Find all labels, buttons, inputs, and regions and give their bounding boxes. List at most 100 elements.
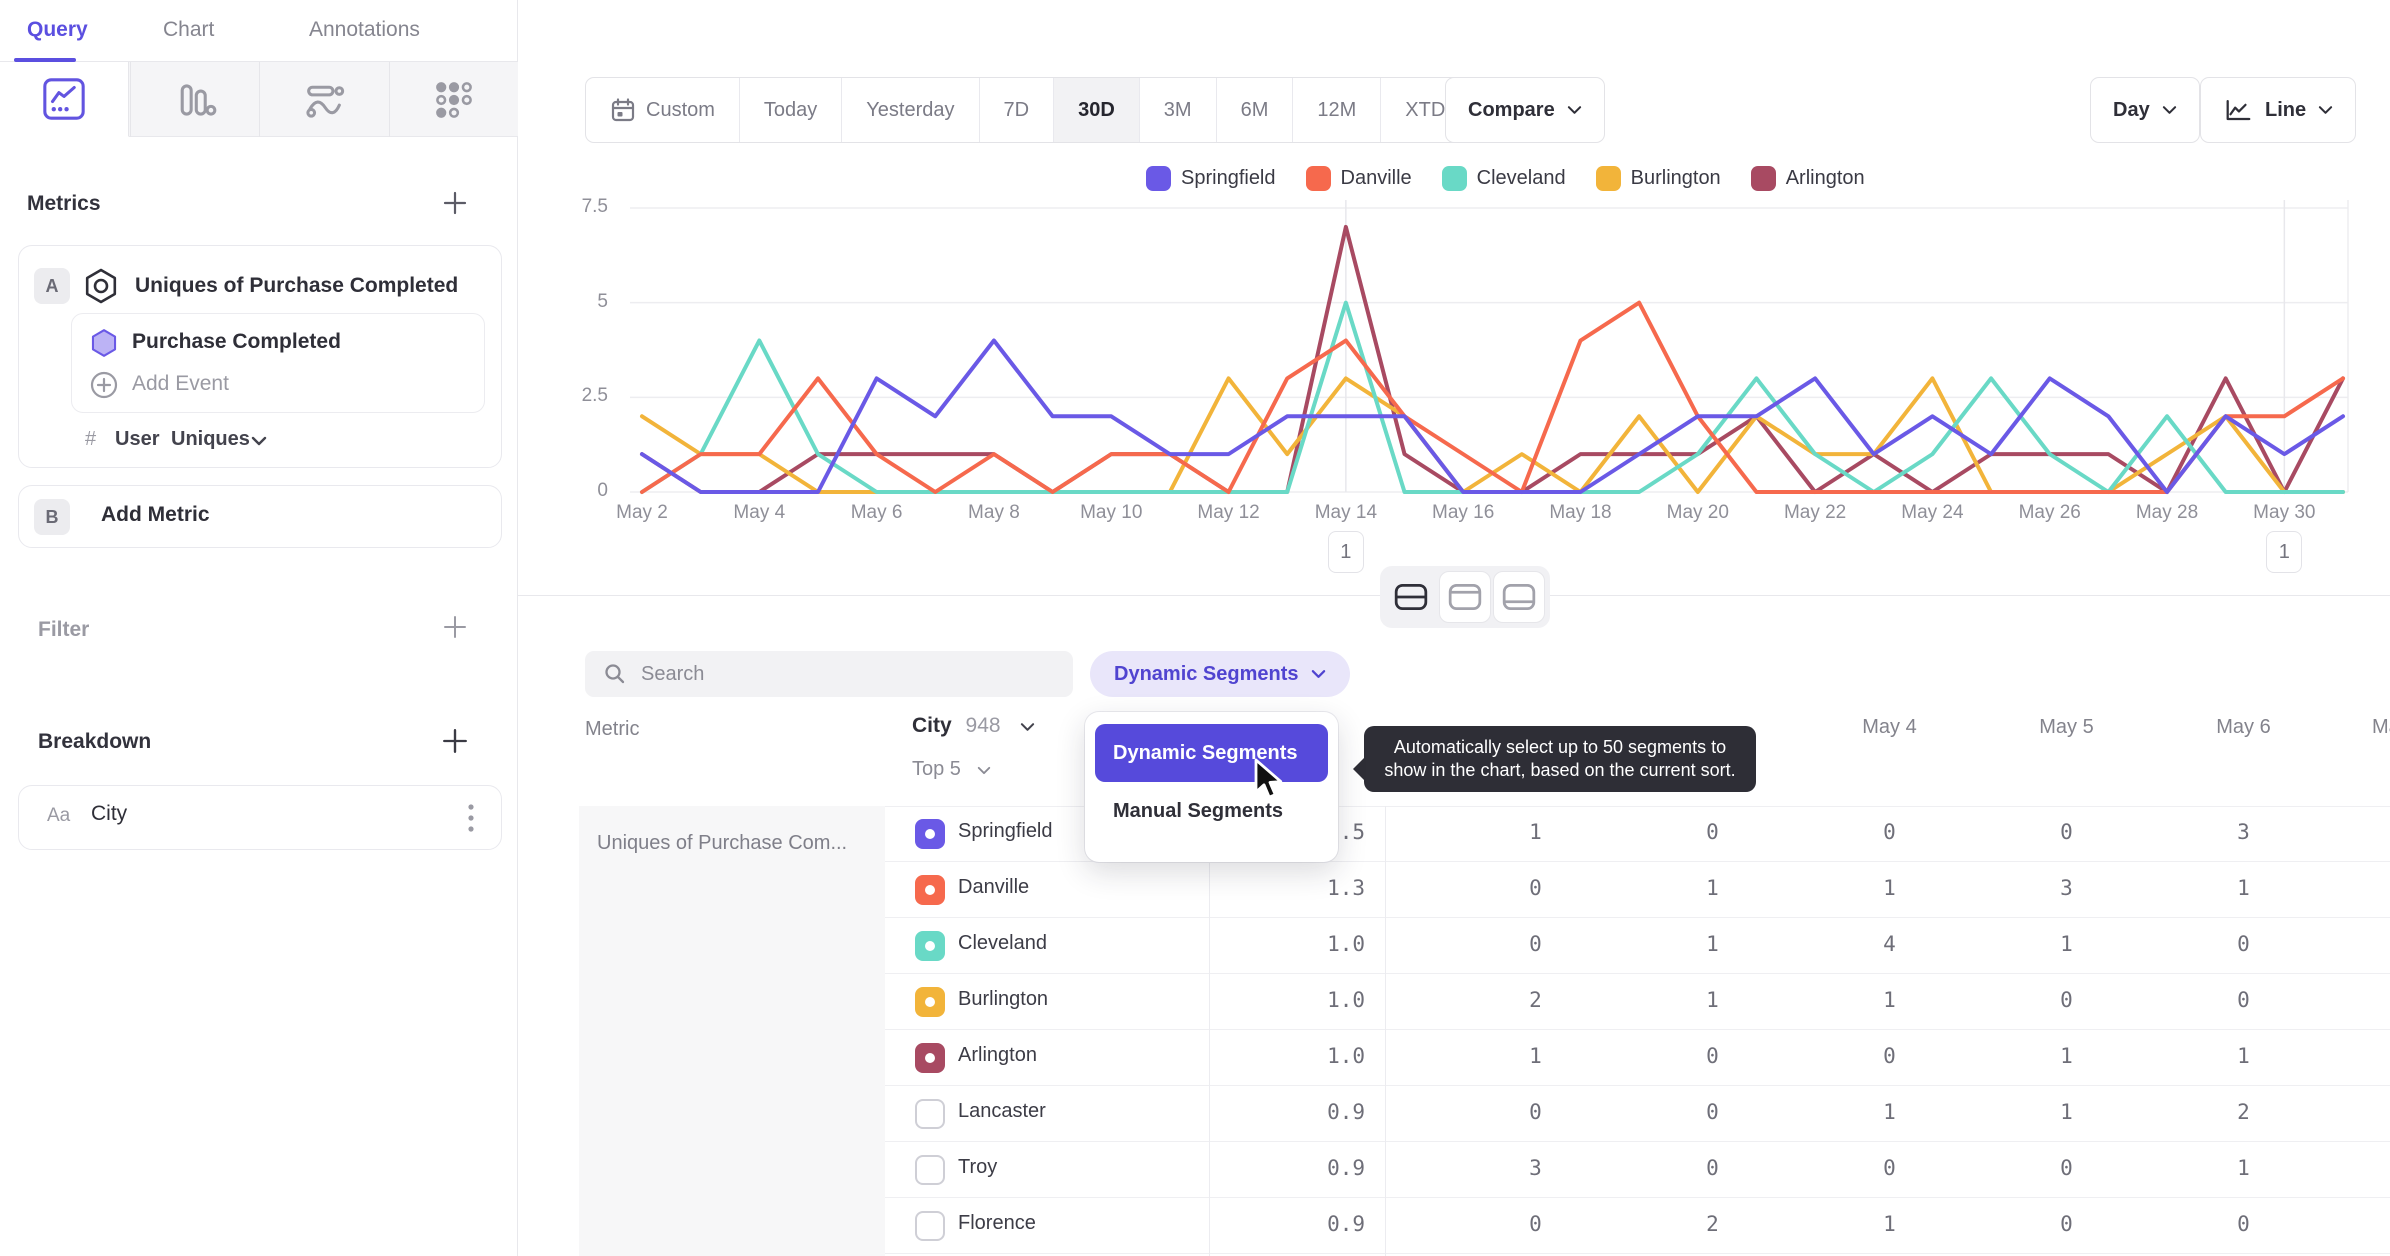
value-cell: 3 xyxy=(2060,876,2073,900)
search-input[interactable]: Search xyxy=(585,651,1073,697)
chart-style-label: Line xyxy=(2265,98,2307,121)
y-axis-tick: 0 xyxy=(597,480,608,501)
top-filter[interactable]: Top 5 xyxy=(912,758,991,781)
annotation-badge[interactable]: 1 xyxy=(2266,531,2303,573)
date-range-control: Custom Today Yesterday 7D 30D 3M 6M 12M XTD xyxy=(585,77,1495,143)
segment-checkbox[interactable] xyxy=(915,931,945,961)
grid-dots-icon xyxy=(431,77,477,123)
breakdown-city-card[interactable]: Aa City xyxy=(18,785,502,850)
chart-type-bar-chart[interactable] xyxy=(129,62,259,137)
x-axis-tick: May 30 xyxy=(2253,502,2316,523)
range-7d[interactable]: 7D xyxy=(978,78,1054,142)
x-axis-tick: May 14 xyxy=(1314,502,1378,523)
kebab-menu-icon[interactable] xyxy=(467,802,475,834)
day-header: May 6 xyxy=(2216,716,2271,738)
event-card: Purchase Completed Add Event xyxy=(71,313,485,413)
menu-item-dynamic-segments[interactable]: Dynamic Segments xyxy=(1095,724,1328,782)
range-3m[interactable]: 3M xyxy=(1138,78,1216,142)
day-header: Ma xyxy=(2372,716,2390,738)
column-separator xyxy=(1385,806,1386,1256)
add-event-label[interactable]: Add Event xyxy=(132,372,229,396)
circle-plus-icon[interactable] xyxy=(89,370,119,400)
segment-checkbox[interactable] xyxy=(915,819,945,849)
tooltip-text: Automatically select up to 50 segments t… xyxy=(1384,737,1736,780)
value-cell: 0 xyxy=(2060,1156,2073,1180)
chevron-down-icon xyxy=(1021,723,1035,731)
table-row-florence: Florence 0.9 0 2 1 0 0 xyxy=(885,1198,2390,1254)
chart-type-grid-dots[interactable] xyxy=(388,62,518,137)
value-cell: 1 xyxy=(2060,1100,2073,1124)
range-6m[interactable]: 6M xyxy=(1215,78,1293,142)
chart-style-button[interactable]: Line xyxy=(2200,77,2357,143)
menu-item-manual-segments[interactable]: Manual Segments xyxy=(1113,800,1283,823)
value-cell: 3 xyxy=(2237,820,2250,844)
segment-name: Troy xyxy=(958,1156,998,1178)
add-breakdown-plus-icon[interactable] xyxy=(440,726,470,756)
add-filter-plus-icon[interactable] xyxy=(440,612,470,642)
measure-entity[interactable]: User xyxy=(115,428,159,451)
segment-name: Springfield xyxy=(958,820,1053,842)
segment-mode-menu: Dynamic Segments Manual Segments xyxy=(1085,712,1338,862)
annotation-badge[interactable]: 1 xyxy=(1327,531,1364,573)
value-cell: 0 xyxy=(1883,1156,1896,1180)
range-label: Yesterday xyxy=(866,98,955,121)
x-axis-tick: May 8 xyxy=(968,502,1020,523)
avg-value: 1.0 xyxy=(1327,932,1365,956)
value-cell: 0 xyxy=(1883,820,1896,844)
range-custom[interactable]: Custom xyxy=(586,78,739,142)
chart-type-stream-chart[interactable] xyxy=(259,62,388,137)
value-cell: 4 xyxy=(1883,932,1896,956)
value-cell: 0 xyxy=(1529,876,1542,900)
segment-checkbox[interactable] xyxy=(915,987,945,1017)
range-today[interactable]: Today xyxy=(738,78,841,142)
layout-toggle-bottom-panel[interactable] xyxy=(1493,571,1545,623)
segment-checkbox[interactable] xyxy=(915,875,945,905)
add-metric-label: Add Metric xyxy=(101,503,210,526)
segment-name: Burlington xyxy=(958,988,1049,1010)
layout-toggle-split-horizontal[interactable] xyxy=(1385,571,1437,623)
compare-button[interactable]: Compare xyxy=(1445,77,1605,143)
table-row-cleveland: Cleveland 1.0 0 1 4 1 0 xyxy=(885,918,2390,974)
interval-button[interactable]: Day xyxy=(2090,77,2200,143)
tab-annotations[interactable]: Annotations xyxy=(309,18,420,42)
segment-mode-dropdown[interactable]: Dynamic Segments xyxy=(1090,651,1350,697)
value-cell: 1 xyxy=(2237,876,2250,900)
range-label: 6M xyxy=(1240,98,1269,121)
segment-checkbox[interactable] xyxy=(915,1099,945,1129)
value-cell: 0 xyxy=(2237,988,2250,1012)
x-axis-tick: May 12 xyxy=(1197,502,1260,523)
measure-agg[interactable]: Uniques xyxy=(171,428,250,451)
range-label: Today xyxy=(763,98,818,121)
value-cell: 1 xyxy=(1706,876,1719,900)
add-metric-card[interactable]: B Add Metric xyxy=(18,485,502,548)
event-name[interactable]: Purchase Completed xyxy=(132,330,341,354)
tab-query[interactable]: Query xyxy=(27,18,88,42)
range-12m[interactable]: 12M xyxy=(1292,78,1380,142)
x-axis-tick: May 10 xyxy=(1080,502,1143,523)
bottom-panel-icon xyxy=(1502,583,1536,611)
range-30d[interactable]: 30D xyxy=(1053,78,1139,142)
segment-checkbox[interactable] xyxy=(915,1211,945,1241)
chart-type-line-chart[interactable] xyxy=(0,62,129,137)
segment-checkbox[interactable] xyxy=(915,1155,945,1185)
metric-a-title[interactable]: Uniques of Purchase Completed xyxy=(135,274,458,298)
group-name: City xyxy=(912,714,952,737)
segment-name: Florence xyxy=(958,1212,1036,1234)
series-line-arlington xyxy=(640,224,2345,494)
value-cell: 1 xyxy=(1883,988,1896,1012)
group-column-header[interactable]: City 948 xyxy=(912,714,1035,738)
measure-prefix: # xyxy=(85,428,97,450)
segment-checkbox[interactable] xyxy=(915,1043,945,1073)
range-yesterday[interactable]: Yesterday xyxy=(841,78,978,142)
query-tabbar: Query Chart Annotations xyxy=(0,0,518,62)
group-count: 948 xyxy=(965,714,1001,737)
segment-name: Lancaster xyxy=(958,1100,1046,1122)
checkbox-dot xyxy=(925,885,935,895)
property-type-aa: Aa xyxy=(47,805,71,826)
tab-chart[interactable]: Chart xyxy=(163,18,214,42)
add-metric-plus-icon[interactable] xyxy=(440,188,470,218)
metric-b-badge: B xyxy=(34,499,70,535)
layout-toggle-top-panel[interactable] xyxy=(1439,571,1491,623)
value-cell: 1 xyxy=(1529,820,1542,844)
breakdown-heading: Breakdown xyxy=(38,730,152,753)
